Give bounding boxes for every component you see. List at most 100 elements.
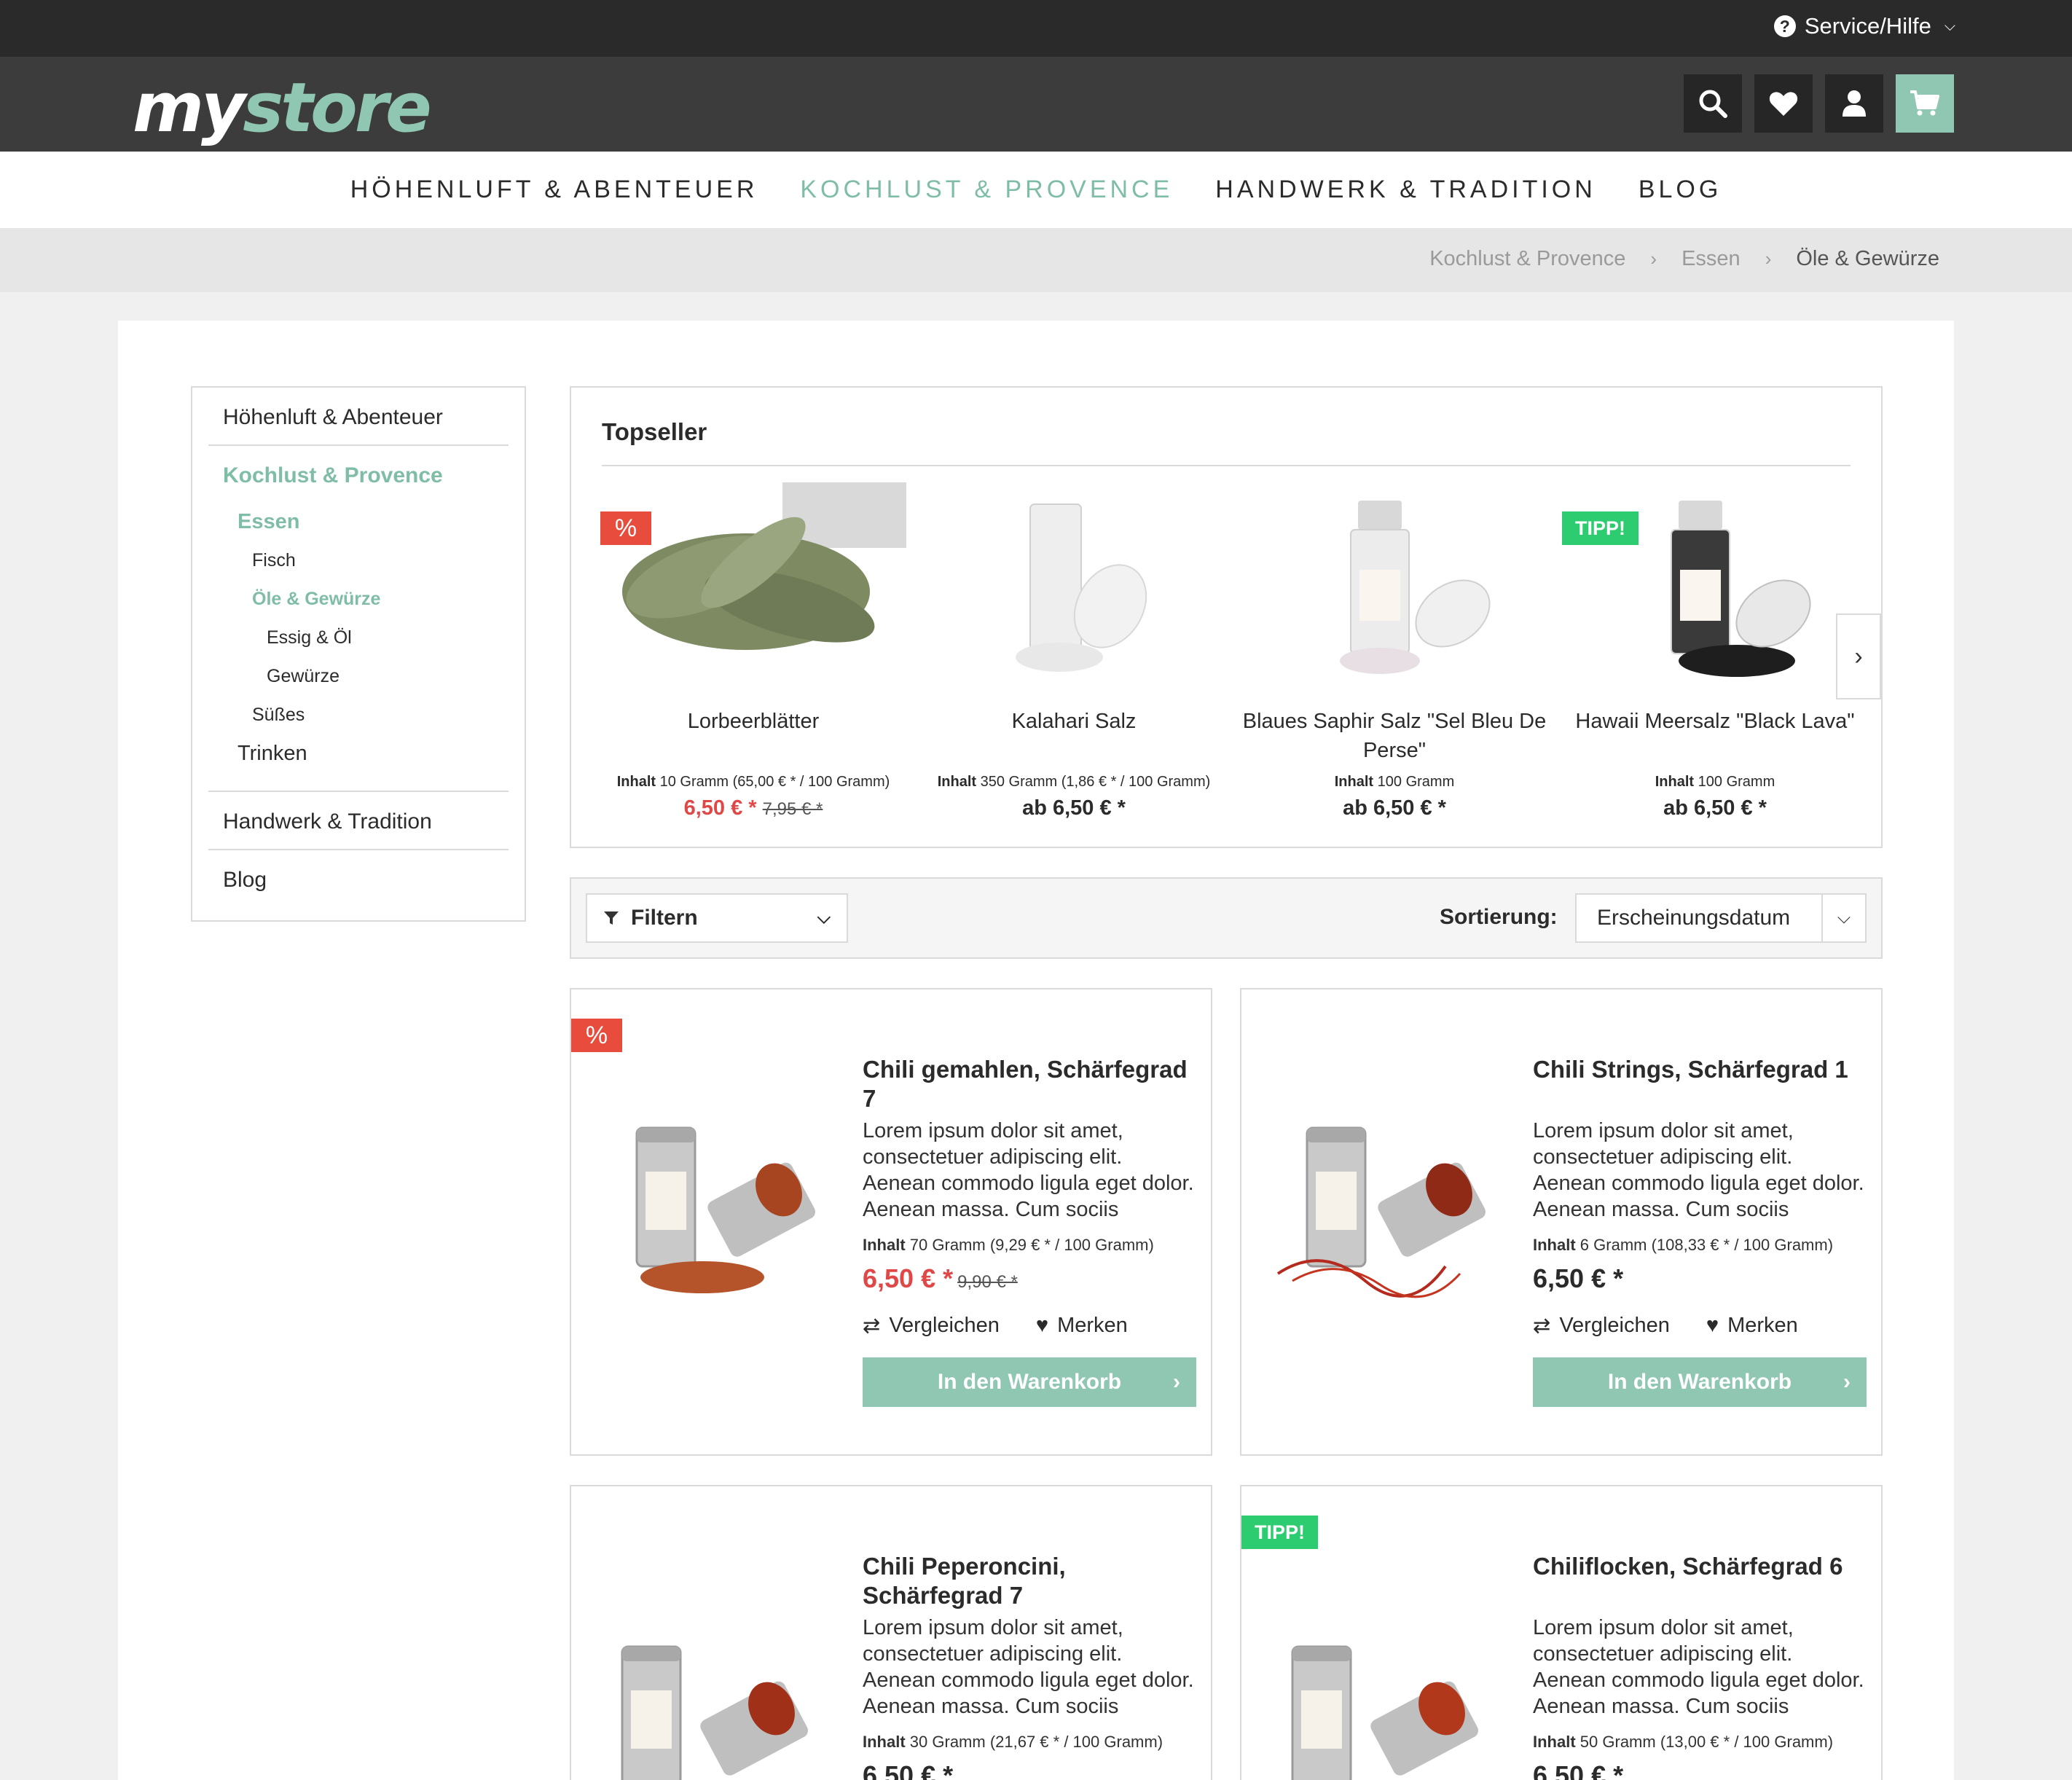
chevron-right-icon: › [1854,642,1863,670]
tipp-badge: TIPP! [1562,511,1639,545]
product-image[interactable] [586,1099,826,1332]
compare-button[interactable]: ⇄ Vergleichen [1533,1313,1670,1338]
product-content: Inhalt 70 Gramm (9,29 € * / 100 Gramm) [863,1236,1154,1254]
product-card: Chili Peperoncini, Schärfegrad 7 Lorem i… [570,1485,1212,1780]
filter-label: Filtern [631,906,698,930]
sidebar-item-fisch[interactable]: Fisch [208,541,509,580]
product-info: Chiliflocken, Schärfegrad 6 Lorem ipsum … [1533,1552,1867,1780]
product-content: Inhalt 50 Gramm (13,00 € * / 100 Gramm) [1533,1733,1834,1751]
product-actions: ⇄ Vergleichen ♥ Merken [1533,1313,1867,1338]
product-name[interactable]: Lorbeerblätter [600,707,906,765]
search-button[interactable] [1684,74,1742,133]
chevron-right-icon: › [1173,1370,1180,1394]
nav-kochlust[interactable]: KOCHLUST & PROVENCE [800,176,1173,204]
nav-handwerk[interactable]: HANDWERK & TRADITION [1215,176,1596,204]
product-title[interactable]: Chili gemahlen, Schärfegrad 7 [863,1055,1196,1113]
product-name[interactable]: Kalahari Salz [921,707,1227,765]
product-title[interactable]: Chili Strings, Schärfegrad 1 [1533,1055,1867,1113]
product-title[interactable]: Chili Peperoncini, Schärfegrad 7 [863,1552,1196,1610]
nav-hoehenluft[interactable]: HÖHENLUFT & ABENTEUER [350,176,758,204]
product-info: Chili Peperoncini, Schärfegrad 7 Lorem i… [863,1552,1196,1780]
sidebar-item-essen[interactable]: Essen [208,503,509,541]
remember-label: Merken [1057,1314,1128,1337]
nav-blog[interactable]: BLOG [1639,176,1722,204]
product-price: ab 6,50 € * [1022,796,1126,820]
slider-next-button[interactable]: › [1836,613,1881,699]
remember-button[interactable]: ♥ Merken [1036,1314,1128,1338]
sort-value: Erscheinungsdatum [1597,906,1791,930]
chevron-down-icon: ⌵ [1944,17,1955,34]
topseller-item[interactable]: TIPP! Hawaii Meersalz "Black Lava" Inhal… [1562,482,1868,820]
cart-button[interactable] [1896,74,1954,133]
topseller-item[interactable]: Blaues Saphir Salz "Sel Bleu De Perse" I… [1241,482,1547,820]
product-description: Lorem ipsum dolor sit amet, consectetuer… [863,1119,1194,1221]
sidebar-item-hoehenluft[interactable]: Höhenluft & Abenteuer [208,388,509,446]
breadcrumb-current[interactable]: Öle & Gewürze [1796,247,1939,271]
product-content: Inhalt 350 Gramm (1,86 € * / 100 Gramm) [937,774,1211,790]
product-name[interactable]: Hawaii Meersalz "Black Lava" [1562,707,1868,765]
product-image[interactable] [921,482,1227,694]
product-price: 6,50 € * [863,1760,954,1780]
cart-icon [1910,90,1939,116]
wishlist-button[interactable] [1754,74,1813,133]
sidebar-item-gewuerze[interactable]: Gewürze [208,657,509,696]
product-image[interactable] [1256,1632,1496,1780]
product-image[interactable]: % [600,482,906,694]
topseller-title: Topseller [602,418,707,445]
heart-icon: ♥ [1706,1314,1719,1337]
compare-icon: ⇄ [1533,1314,1551,1338]
product-price: 6,50 € * [1533,1263,1624,1293]
topseller-item[interactable]: % Lorbeerblätter Inhalt 10 Gramm (65,00 … [600,482,906,820]
account-button[interactable] [1825,74,1883,133]
product-name[interactable]: Blaues Saphir Salz "Sel Bleu De Perse" [1241,707,1547,765]
add-to-cart-label: In den Warenkorb [1607,1370,1792,1394]
product-title[interactable]: Chiliflocken, Schärfegrad 6 [1533,1552,1867,1610]
main-navigation: HÖHENLUFT & ABENTEUER KOCHLUST & PROVENC… [0,152,2072,228]
product-price: 6,50 € * 9,90 € * [863,1263,1018,1293]
product-price: ab 6,50 € * [1343,796,1446,820]
topseller-item[interactable]: Kalahari Salz Inhalt 350 Gramm (1,86 € *… [921,482,1227,820]
product-card: Chili Strings, Schärfegrad 1 Lorem ipsum… [1240,988,1883,1456]
remember-label: Merken [1727,1314,1798,1337]
product-content: Inhalt 30 Gramm (21,67 € * / 100 Gramm) [863,1733,1163,1751]
header: mystore [0,57,2072,152]
sidebar-item-blog[interactable]: Blog [208,850,509,907]
breadcrumb: Kochlust & Provence › Essen › Öle & Gewü… [1429,247,1939,271]
product-price: 6,50 € * [1533,1760,1624,1780]
sidebar-item-trinken[interactable]: Trinken [208,734,509,773]
product-info: Chili Strings, Schärfegrad 1 Lorem ipsum… [1533,1055,1867,1407]
sidebar-item-kochlust[interactable]: Kochlust & Provence [208,446,509,503]
sidebar-item-oele[interactable]: Öle & Gewürze [208,580,509,619]
filter-bar: Filtern ⌵ Sortierung: Erscheinungsdatum … [570,877,1883,959]
product-image[interactable] [1256,1099,1496,1332]
sale-badge: % [600,511,651,545]
sidebar-item-handwerk[interactable]: Handwerk & Tradition [208,792,509,850]
service-help-menu[interactable]: ? Service/Hilfe ⌵ [1773,13,1955,39]
logo[interactable]: mystore [133,68,432,148]
chevron-right-icon: › [1765,248,1772,270]
search-icon [1699,90,1727,118]
remember-button[interactable]: ♥ Merken [1706,1314,1798,1338]
add-to-cart-button[interactable]: In den Warenkorb › [863,1357,1196,1407]
compare-label: Vergleichen [889,1314,1000,1337]
product-image[interactable] [1241,482,1547,694]
breadcrumb-kochlust[interactable]: Kochlust & Provence [1429,247,1625,271]
sidebar-item-suesses[interactable]: Süßes [208,696,509,734]
add-to-cart-button[interactable]: In den Warenkorb › [1533,1357,1867,1407]
tipp-badge: TIPP! [1241,1516,1319,1549]
compare-button[interactable]: ⇄ Vergleichen [863,1313,1000,1338]
heart-icon [1769,92,1798,116]
old-price: 7,95 € * [762,799,823,819]
chevron-down-icon: ⌵ [1821,895,1865,941]
product-card: TIPP! Chiliflocken, Schärfegrad 6 Lorem … [1240,1485,1883,1780]
sort-select[interactable]: Erscheinungsdatum ⌵ [1575,893,1867,943]
filter-button[interactable]: Filtern ⌵ [586,893,848,943]
breadcrumb-bar: Kochlust & Provence › Essen › Öle & Gewü… [0,228,2072,292]
chevron-right-icon: › [1843,1370,1851,1394]
product-image[interactable] [586,1632,826,1780]
product-actions: ⇄ Vergleichen ♥ Merken [863,1313,1196,1338]
product-card: % Chili gemahlen, Schärfegrad 7 Lorem ip… [570,988,1212,1456]
product-image[interactable]: TIPP! [1562,482,1868,694]
breadcrumb-essen[interactable]: Essen [1681,247,1741,271]
sidebar-item-essig[interactable]: Essig & Öl [208,619,509,657]
